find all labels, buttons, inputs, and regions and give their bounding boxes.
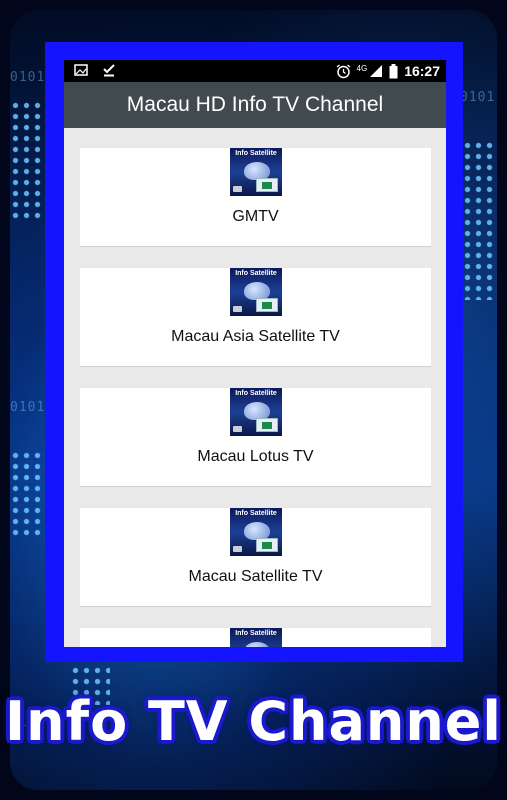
channel-card[interactable]: Info Satellite <box>80 628 431 647</box>
channel-title: Macau Lotus TV <box>197 448 314 465</box>
app-title: Macau HD Info TV Channel <box>126 93 384 116</box>
thumbnail-label: Info Satellite <box>235 510 277 517</box>
download-done-icon <box>103 64 115 77</box>
channel-card[interactable]: Info Satellite GMTV <box>80 148 431 247</box>
alarm-icon <box>336 63 350 78</box>
led-dots-right <box>462 140 497 300</box>
binary-decoration: 0101 <box>460 90 496 105</box>
satellite-thumbnail-icon: Info Satellite <box>230 388 282 436</box>
app-bar: Macau HD Info TV Channel <box>64 82 446 128</box>
thumbnail-label: Info Satellite <box>235 630 277 637</box>
led-dots-left <box>10 100 50 220</box>
binary-decoration: 0101 <box>10 400 46 415</box>
status-bar: 4G 16:27 <box>64 60 446 82</box>
status-time: 16:27 <box>404 63 440 79</box>
satellite-thumbnail-icon: Info Satellite <box>230 268 282 316</box>
thumbnail-label: Info Satellite <box>235 270 277 277</box>
satellite-thumbnail-icon: Info Satellite <box>230 628 282 647</box>
binary-decoration: 0101 <box>10 70 46 85</box>
satellite-thumbnail-icon: Info Satellite <box>230 148 282 196</box>
phone-screen: 4G 16:27 Macau HD Info TV Channel Info S… <box>64 60 446 647</box>
signal-icon <box>370 65 383 77</box>
channel-title: GMTV <box>232 208 279 225</box>
channel-card[interactable]: Info Satellite Macau Satellite TV <box>80 508 431 607</box>
promo-banner-text: Info TV Channel <box>5 690 502 753</box>
battery-icon <box>389 63 398 78</box>
satellite-thumbnail-icon: Info Satellite <box>230 508 282 556</box>
thumbnail-label: Info Satellite <box>235 390 277 397</box>
image-icon <box>74 64 88 76</box>
channel-title: Macau Satellite TV <box>188 568 323 585</box>
channel-title: Macau Asia Satellite TV <box>171 328 340 345</box>
channel-card[interactable]: Info Satellite Macau Asia Satellite TV <box>80 268 431 367</box>
network-type: 4G <box>356 63 368 73</box>
channel-card[interactable]: Info Satellite Macau Lotus TV <box>80 388 431 487</box>
led-dots-left-lower <box>10 450 50 540</box>
thumbnail-label: Info Satellite <box>235 150 277 157</box>
